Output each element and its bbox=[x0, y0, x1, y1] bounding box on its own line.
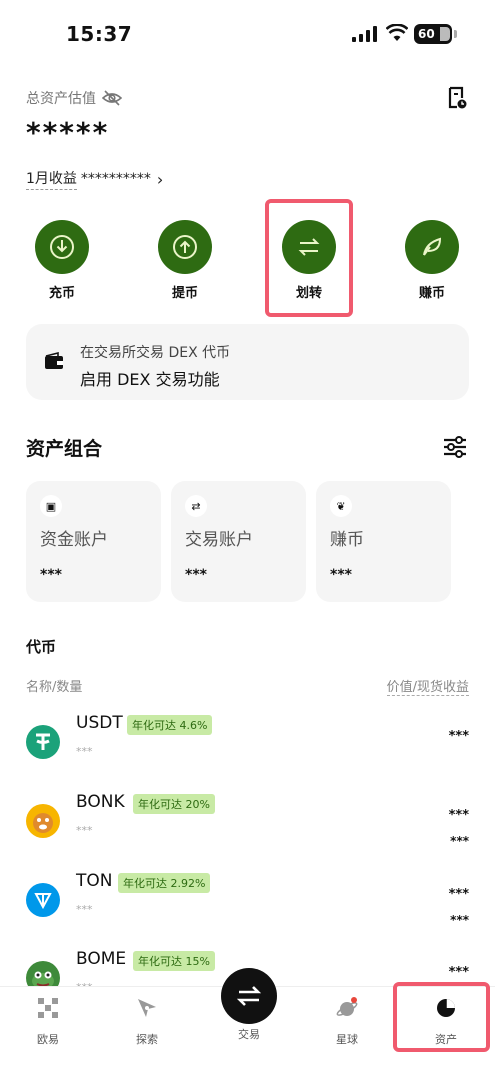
tab-planet[interactable]: 星球 bbox=[307, 987, 387, 1047]
total-assets-label: 总资产估值 bbox=[26, 88, 122, 108]
battery-icon: 60 bbox=[414, 24, 452, 44]
enable-dex-card[interactable]: 在交易所交易 DEX 代币 启用 DEX 交易功能 bbox=[26, 324, 469, 400]
account-name: 赚币 bbox=[330, 530, 364, 550]
token-value: *** bbox=[448, 887, 469, 902]
token-value: *** bbox=[448, 808, 469, 823]
wallet-icon: ▣ bbox=[40, 495, 62, 517]
total-assets-value: ***** bbox=[26, 116, 110, 149]
monthly-earnings[interactable]: 1月收益 ********** › bbox=[26, 168, 163, 190]
battery-level: 60 bbox=[418, 27, 435, 41]
assets-tab-highlight-box bbox=[393, 982, 490, 1052]
usdt-logo-icon bbox=[26, 725, 60, 759]
planet-icon bbox=[336, 997, 358, 1016]
ton-logo-icon bbox=[26, 883, 60, 917]
wifi-icon bbox=[386, 24, 408, 41]
account-name: 交易账户 bbox=[185, 530, 253, 550]
compass-icon bbox=[138, 999, 156, 1017]
tab-okx[interactable]: 欧易 bbox=[8, 987, 88, 1047]
column-header-name: 名称/数量 bbox=[26, 680, 83, 695]
token-amount: *** bbox=[76, 824, 93, 837]
monthly-earnings-value: ********** bbox=[80, 171, 151, 187]
eye-off-icon[interactable] bbox=[102, 90, 122, 106]
cellular-signal-icon bbox=[352, 26, 377, 42]
earn-icon bbox=[405, 220, 459, 274]
withdraw-label: 提币 bbox=[171, 286, 198, 301]
earn-label: 赚币 bbox=[418, 286, 445, 301]
apy-badge[interactable]: 年化可达 4.6% bbox=[127, 715, 213, 735]
token-pnl: *** bbox=[450, 834, 469, 848]
leaf-icon: ❦ bbox=[330, 495, 352, 517]
funding-account-card[interactable]: ▣ 资金账户 *** bbox=[26, 481, 161, 602]
account-value: *** bbox=[330, 567, 352, 583]
deposit-button[interactable]: 充币 bbox=[22, 220, 102, 301]
earn-button[interactable]: 赚币 bbox=[392, 220, 472, 301]
token-row-bonk[interactable]: BONK 年化可达 20% *** *** *** bbox=[26, 792, 469, 852]
token-symbol: BOME bbox=[76, 949, 127, 969]
monthly-earnings-label: 1月收益 bbox=[26, 168, 77, 190]
token-value: *** bbox=[448, 965, 469, 980]
swap-icon: ⇄ bbox=[185, 495, 207, 517]
tab-explore[interactable]: 探索 bbox=[107, 987, 187, 1047]
withdraw-icon bbox=[158, 220, 212, 274]
dex-card-title: 启用 DEX 交易功能 bbox=[80, 370, 220, 389]
chevron-right-icon: › bbox=[156, 169, 164, 189]
token-symbol: BONK bbox=[76, 792, 125, 812]
trading-account-card[interactable]: ⇄ 交易账户 *** bbox=[171, 481, 306, 602]
dex-card-subtitle: 在交易所交易 DEX 代币 bbox=[80, 345, 231, 361]
apy-badge[interactable]: 年化可达 15% bbox=[133, 951, 215, 971]
token-pnl: *** bbox=[450, 913, 469, 927]
apy-badge[interactable]: 年化可达 2.92% bbox=[118, 873, 211, 893]
token-value: *** bbox=[448, 729, 469, 744]
trade-swap-icon bbox=[236, 986, 262, 1006]
token-symbol: USDT bbox=[76, 713, 123, 733]
tokens-title: 代币 bbox=[26, 638, 57, 656]
token-amount: *** bbox=[76, 745, 93, 758]
filter-settings-icon[interactable] bbox=[442, 436, 468, 458]
portfolio-title: 资产组合 bbox=[26, 438, 103, 460]
token-symbol: TON bbox=[76, 871, 113, 891]
history-record-icon[interactable] bbox=[446, 86, 468, 110]
status-bar: 15:37 60 bbox=[0, 0, 495, 70]
token-row-usdt[interactable]: USDT 年化可达 4.6% *** *** bbox=[26, 713, 469, 773]
tab-trade[interactable] bbox=[221, 968, 277, 1024]
earn-account-card[interactable]: ❦ 赚币 *** bbox=[316, 481, 451, 602]
column-header-value[interactable]: 价值/现货收益 bbox=[386, 676, 469, 696]
transfer-highlight-box bbox=[265, 199, 353, 317]
account-name: 资金账户 bbox=[40, 530, 108, 550]
total-assets-label-text: 总资产估值 bbox=[26, 91, 96, 107]
deposit-label: 充币 bbox=[48, 286, 75, 301]
apy-badge[interactable]: 年化可达 20% bbox=[133, 794, 215, 814]
token-row-ton[interactable]: TON 年化可达 2.92% *** *** *** bbox=[26, 871, 469, 931]
deposit-icon bbox=[35, 220, 89, 274]
token-amount: *** bbox=[76, 903, 93, 916]
tab-label: 欧易 bbox=[37, 1033, 59, 1046]
status-time: 15:37 bbox=[66, 22, 133, 46]
bonk-logo-icon bbox=[26, 804, 60, 838]
account-value: *** bbox=[185, 567, 207, 583]
tab-label: 星球 bbox=[336, 1033, 358, 1046]
wallet-icon bbox=[45, 352, 63, 369]
tab-trade-label: 交易 bbox=[238, 1028, 260, 1041]
account-value: *** bbox=[40, 567, 62, 583]
tab-label: 探索 bbox=[136, 1033, 158, 1046]
withdraw-button[interactable]: 提币 bbox=[145, 220, 225, 301]
okx-logo-icon bbox=[38, 998, 58, 1018]
